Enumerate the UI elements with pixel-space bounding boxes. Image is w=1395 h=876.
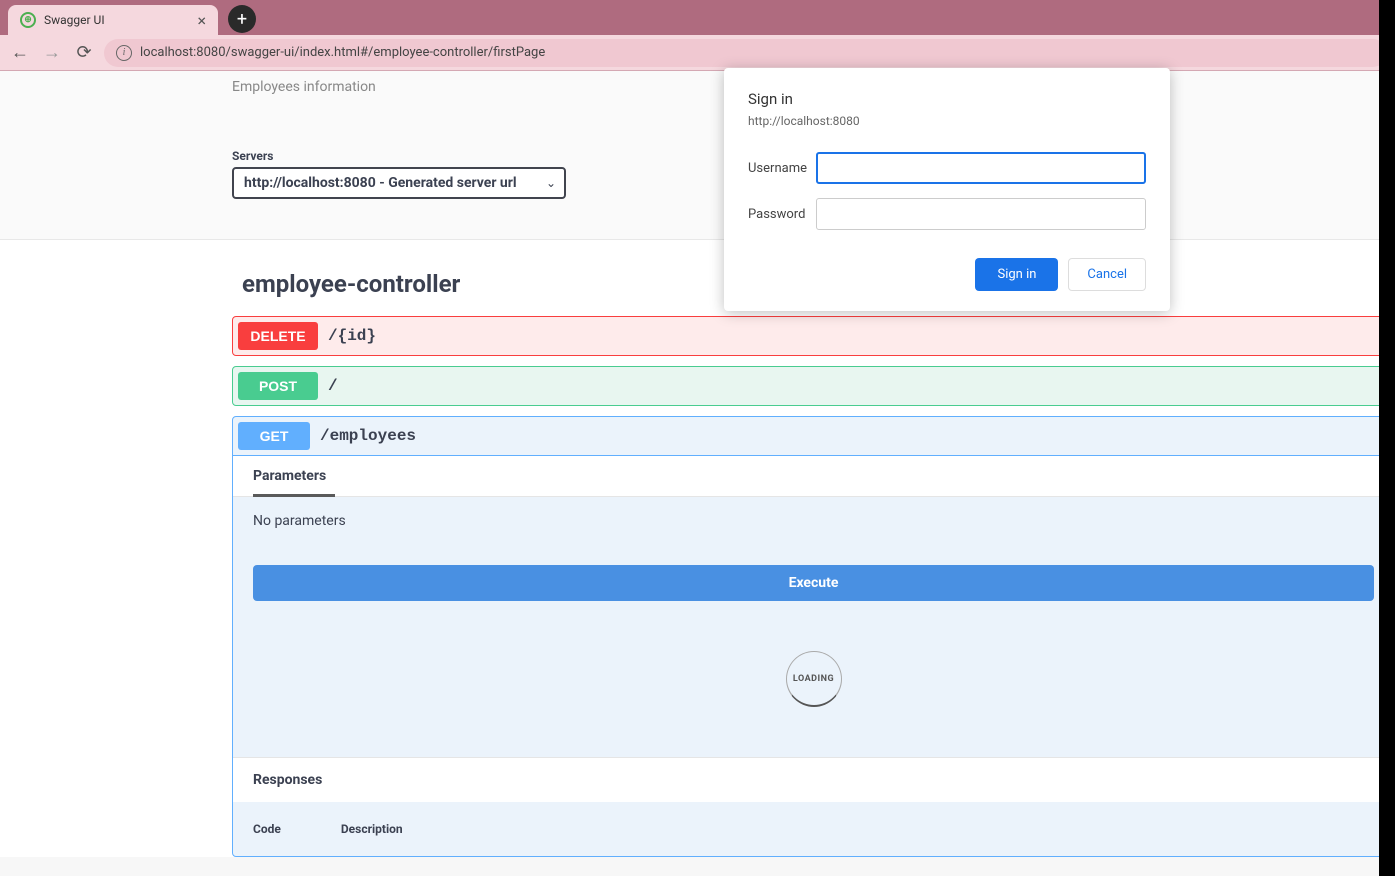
loading-spinner-icon: LOADING — [786, 651, 842, 707]
site-info-icon[interactable]: i — [116, 45, 132, 61]
method-badge-delete: DELETE — [238, 322, 318, 350]
back-button[interactable]: ← — [8, 41, 32, 65]
browser-nav-bar: ← → ⟳ i localhost:8080/swagger-ui/index.… — [0, 35, 1395, 71]
endpoint-path: /{id} — [328, 327, 376, 345]
operation-get: GET /employees Parameters No parameters … — [232, 416, 1395, 857]
col-code: Code — [253, 822, 281, 836]
page-content: Employees information Servers http://loc… — [0, 71, 1395, 876]
close-tab-icon[interactable]: × — [197, 11, 206, 30]
execute-button[interactable]: Execute — [253, 565, 1374, 601]
password-input[interactable] — [816, 198, 1146, 230]
url-text: localhost:8080/swagger-ui/index.html#/em… — [140, 45, 545, 60]
method-badge-post: POST — [238, 372, 318, 400]
window-edge — [1379, 0, 1395, 876]
password-label: Password — [748, 207, 816, 222]
browser-tab[interactable]: ⊕ Swagger UI × — [8, 5, 218, 35]
swagger-favicon-icon: ⊕ — [20, 12, 36, 28]
operation-post[interactable]: POST / — [232, 366, 1395, 406]
operation-delete[interactable]: DELETE /{id} — [232, 316, 1395, 356]
responses-columns: Code Description — [233, 802, 1394, 856]
col-description: Description — [341, 822, 403, 836]
endpoint-path: / — [328, 377, 338, 395]
auth-dialog: Sign in http://localhost:8080 Username P… — [724, 68, 1170, 311]
forward-button[interactable]: → — [40, 41, 64, 65]
method-badge-get: GET — [238, 422, 310, 450]
cancel-button[interactable]: Cancel — [1068, 258, 1146, 291]
dialog-host: http://localhost:8080 — [748, 114, 1146, 128]
signin-button[interactable]: Sign in — [975, 258, 1058, 291]
tab-title: Swagger UI — [44, 13, 105, 27]
parameters-tab[interactable]: Parameters — [233, 456, 1394, 497]
new-tab-button[interactable]: + — [228, 5, 256, 33]
browser-tab-strip: ⊕ Swagger UI × + — [0, 0, 1395, 35]
operation-get-summary[interactable]: GET /employees — [233, 417, 1394, 455]
dialog-title: Sign in — [748, 90, 1146, 108]
no-parameters-text: No parameters — [233, 497, 1394, 545]
responses-heading: Responses — [233, 757, 1394, 802]
address-bar[interactable]: i localhost:8080/swagger-ui/index.html#/… — [104, 39, 1387, 67]
endpoint-path: /employees — [320, 427, 416, 445]
username-input[interactable] — [816, 152, 1146, 184]
server-select[interactable]: http://localhost:8080 - Generated server… — [232, 167, 566, 199]
reload-button[interactable]: ⟳ — [72, 41, 96, 65]
username-label: Username — [748, 161, 816, 176]
